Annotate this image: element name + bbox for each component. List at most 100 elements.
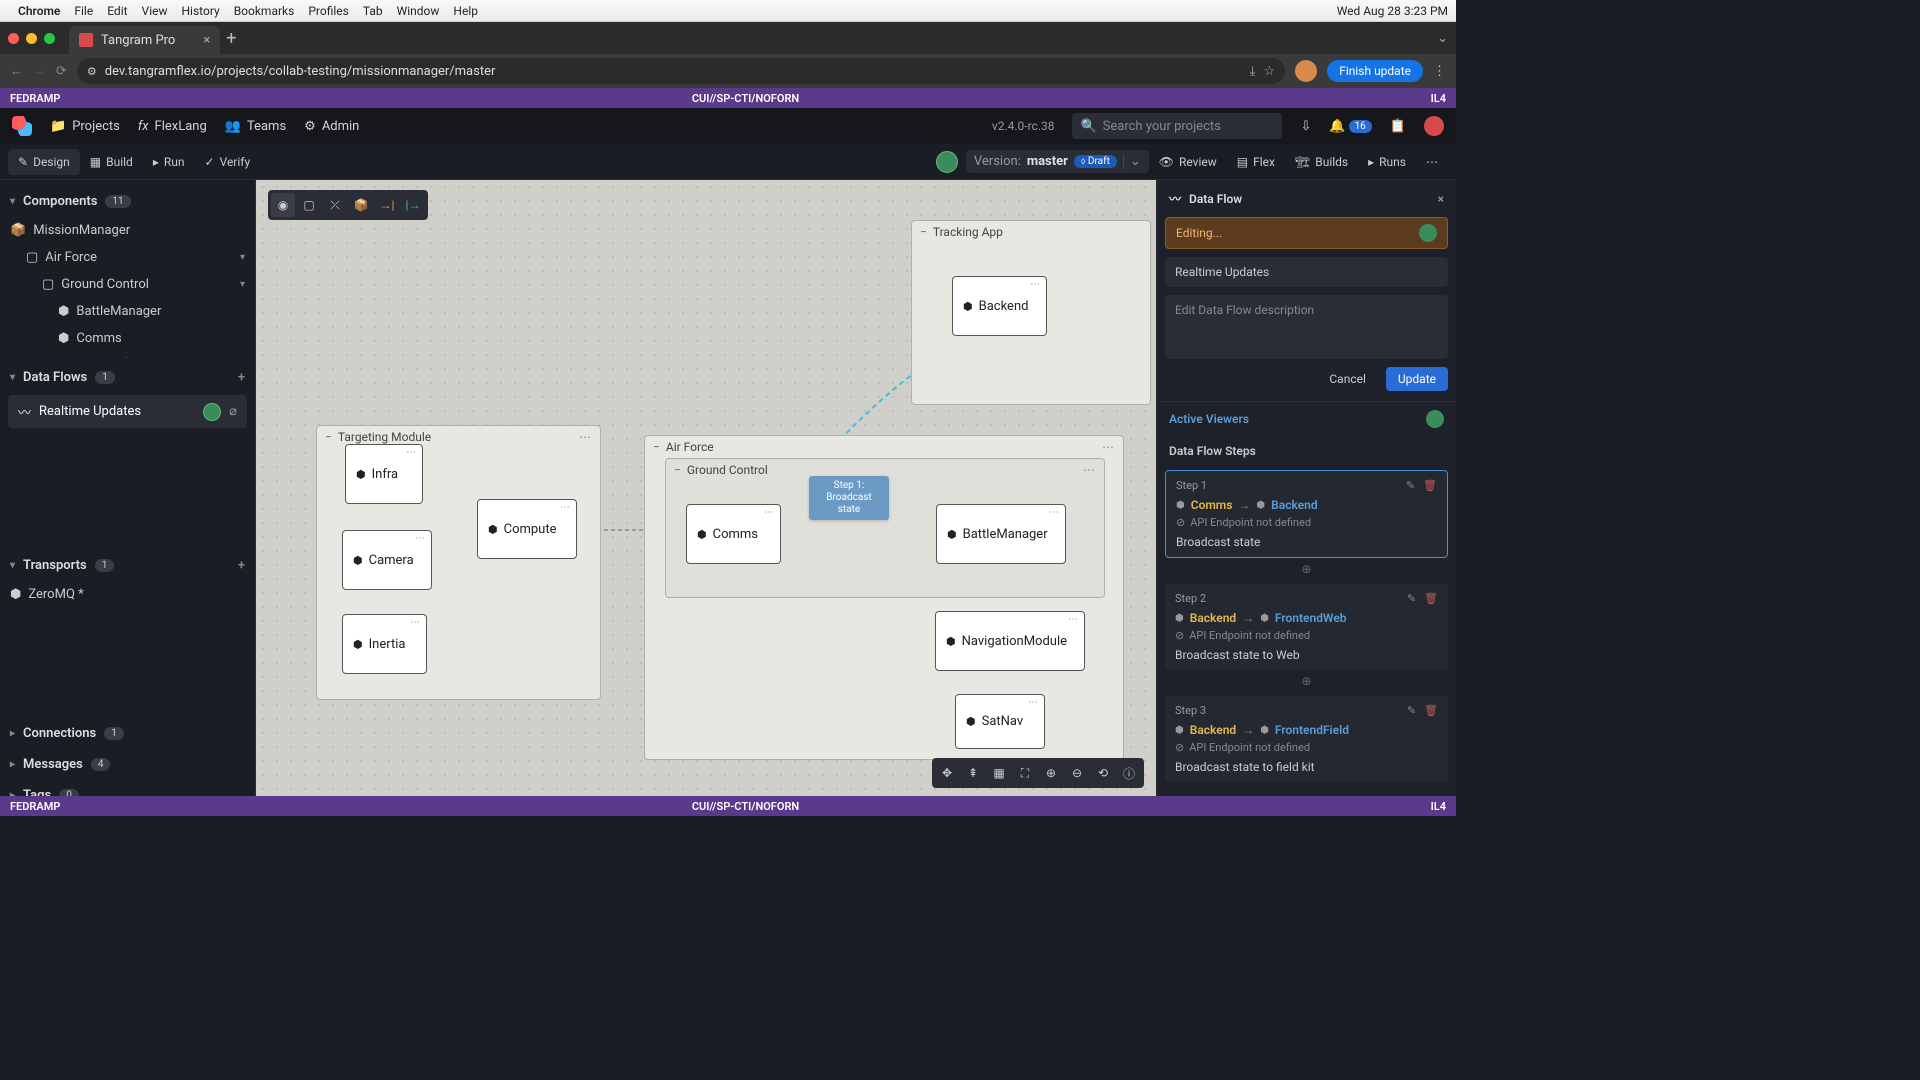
reset-icon[interactable]: ⟲	[1091, 761, 1115, 785]
node-camera[interactable]: ⬢Camera⋯	[342, 530, 432, 590]
node-menu-icon[interactable]: ⋯	[1030, 279, 1041, 290]
nav-admin[interactable]: ⚙ Admin	[304, 119, 359, 134]
node-infra[interactable]: ⬢Infra⋯	[345, 444, 423, 504]
tab-run[interactable]: ▸ Run	[143, 149, 195, 175]
address-bar[interactable]: ⚙ dev.tangramflex.io/projects/collab-tes…	[77, 58, 1285, 84]
tool-import-icon[interactable]: →|	[375, 193, 399, 217]
menubar-help[interactable]: Help	[453, 4, 478, 18]
node-backend[interactable]: ⬢Backend⋯	[952, 276, 1047, 336]
nav-teams[interactable]: 👥 Teams	[225, 119, 286, 134]
menubar-profiles[interactable]: Profiles	[308, 4, 349, 18]
traffic-lights[interactable]	[8, 33, 55, 44]
resize-handle[interactable]: ⋯	[0, 352, 255, 362]
add-step-between[interactable]: ⊕	[1157, 562, 1456, 576]
browser-tab[interactable]: Tangram Pro ×	[69, 26, 220, 54]
site-settings-icon[interactable]: ⚙	[87, 65, 97, 78]
design-canvas[interactable]: ◉ ▢ ⤫ 📦 →| |→ −Tracking App⋯ ⬢Backend⋯	[256, 180, 1156, 796]
group-menu-icon[interactable]: ⋯	[1102, 440, 1115, 454]
tree-airforce[interactable]: ▢Air Force▾	[0, 244, 255, 271]
add-transport-button[interactable]: +	[238, 558, 245, 573]
section-tags[interactable]: ▸Tags0	[0, 780, 255, 796]
reload-icon[interactable]: ⟳	[56, 64, 67, 79]
nav-flexlang[interactable]: fx FlexLang	[138, 119, 207, 134]
node-inertia[interactable]: ⬢Inertia⋯	[342, 614, 427, 674]
bookmark-icon[interactable]: ☆	[1264, 64, 1276, 79]
flow-step-label[interactable]: Step 1: Broadcaststate	[809, 476, 889, 520]
version-selector[interactable]: Version: master ⬨ Draft ⌄	[966, 150, 1149, 173]
move-icon[interactable]: ✥	[935, 761, 959, 785]
active-viewers-section[interactable]: Active Viewers	[1157, 401, 1456, 436]
delete-step-icon[interactable]: 🗑	[1424, 704, 1438, 717]
section-dataflows[interactable]: ▾Data Flows 1 +	[0, 362, 255, 393]
action-builds[interactable]: 🏗 Builds	[1285, 149, 1358, 175]
section-components[interactable]: ▾ Components 11	[0, 186, 255, 217]
node-navigationmodule[interactable]: ⬢NavigationModule⋯	[935, 611, 1085, 671]
node-satnav[interactable]: ⬢SatNav⋯	[955, 694, 1045, 749]
forward-icon[interactable]: →	[33, 63, 46, 79]
tree-icon[interactable]: ⇞	[961, 761, 985, 785]
section-messages[interactable]: ▸Messages4	[0, 749, 255, 780]
collaborator-avatar[interactable]	[936, 151, 958, 173]
install-icon[interactable]: ⤓	[1250, 64, 1256, 79]
step-card-3[interactable]: Step 3✎🗑 ⬢Backend→⬢FrontendField ⊘API En…	[1165, 696, 1448, 782]
project-search[interactable]: 🔍 Search your projects	[1072, 113, 1282, 139]
node-compute[interactable]: ⬢Compute⋯	[477, 499, 577, 559]
tree-groundcontrol[interactable]: ▢Ground Control▾	[0, 271, 255, 298]
edit-step-icon[interactable]: ✎	[1406, 479, 1415, 492]
zoom-out-icon[interactable]: ⊖	[1065, 761, 1089, 785]
add-dataflow-button[interactable]: +	[238, 370, 245, 385]
section-transports[interactable]: ▾Transports 1 +	[0, 550, 255, 581]
nav-projects[interactable]: 📁 Projects	[50, 119, 120, 134]
clipboard-icon[interactable]: 📋	[1390, 119, 1406, 134]
collapse-icon[interactable]: −	[920, 225, 927, 239]
dataflow-name-input[interactable]: Realtime Updates	[1165, 257, 1448, 287]
tool-cube-icon[interactable]: ◉	[271, 193, 295, 217]
tree-missionmanager[interactable]: 📦MissionManager	[0, 217, 255, 244]
menubar-edit[interactable]: Edit	[107, 4, 127, 18]
zoom-in-icon[interactable]: ⊕	[1039, 761, 1063, 785]
action-runs[interactable]: ▸ Runs	[1358, 149, 1416, 175]
flow-hide-icon[interactable]: ⌀	[229, 404, 237, 419]
tab-close-icon[interactable]: ×	[203, 33, 210, 48]
tree-comms[interactable]: ⬢Comms	[0, 325, 255, 352]
menubar-history[interactable]: History	[182, 4, 220, 18]
action-review[interactable]: 👁 Review	[1149, 149, 1227, 175]
group-menu-icon[interactable]: ⋯	[579, 430, 592, 444]
tab-dropdown-icon[interactable]: ⌄	[1437, 31, 1448, 46]
menubar-file[interactable]: File	[74, 4, 93, 18]
tree-battlemanager[interactable]: ⬢BattleManager	[0, 298, 255, 325]
finish-update-button[interactable]: Finish update	[1327, 60, 1423, 82]
app-logo-icon[interactable]	[12, 116, 32, 136]
profile-avatar-icon[interactable]	[1295, 60, 1317, 82]
action-more[interactable]: ⋯	[1416, 149, 1448, 175]
step-card-2[interactable]: Step 2✎🗑 ⬢Backend→⬢FrontendWeb ⊘API Endp…	[1165, 584, 1448, 670]
tab-build[interactable]: ▦ Build	[80, 149, 143, 175]
edit-step-icon[interactable]: ✎	[1407, 704, 1416, 717]
close-icon[interactable]: ×	[1438, 192, 1444, 206]
tool-export-icon[interactable]: |→	[401, 193, 425, 217]
menubar-bookmarks[interactable]: Bookmarks	[234, 4, 295, 18]
info-icon[interactable]: ⓘ	[1117, 761, 1141, 785]
group-targeting[interactable]: −Targeting Module⋯ ⬢Infra⋯ ⬢Compute⋯ ⬢Ca…	[316, 425, 601, 700]
update-button[interactable]: Update	[1386, 367, 1448, 391]
tab-verify[interactable]: ✓ Verify	[195, 149, 261, 175]
section-connections[interactable]: ▸Connections1	[0, 718, 255, 749]
notifications-icon[interactable]: 🔔16	[1329, 119, 1371, 134]
download-icon[interactable]: ⇩	[1300, 119, 1311, 134]
transport-zeromq[interactable]: ⬢ZeroMQ *	[0, 581, 255, 608]
step-card-1[interactable]: Step 1✎🗑 ⬢Comms→⬢Backend ⊘API Endpoint n…	[1165, 470, 1448, 558]
tab-design[interactable]: ✎ Design	[8, 149, 80, 175]
tool-select-icon[interactable]: ▢	[297, 193, 321, 217]
menubar-app[interactable]: Chrome	[18, 4, 60, 18]
tool-package-icon[interactable]: 📦	[349, 193, 373, 217]
menubar-tab[interactable]: Tab	[363, 4, 383, 18]
delete-step-icon[interactable]: 🗑	[1423, 479, 1437, 492]
dataflow-realtime-updates[interactable]: 〰 Realtime Updates ⌀	[8, 395, 247, 428]
menubar-view[interactable]: View	[142, 4, 168, 18]
menubar-window[interactable]: Window	[397, 4, 440, 18]
user-avatar[interactable]	[1424, 116, 1444, 136]
fit-icon[interactable]: ⛶	[1013, 761, 1037, 785]
node-comms[interactable]: ⬢Comms⋯	[686, 504, 781, 564]
edit-step-icon[interactable]: ✎	[1407, 592, 1416, 605]
delete-step-icon[interactable]: 🗑	[1424, 592, 1438, 605]
